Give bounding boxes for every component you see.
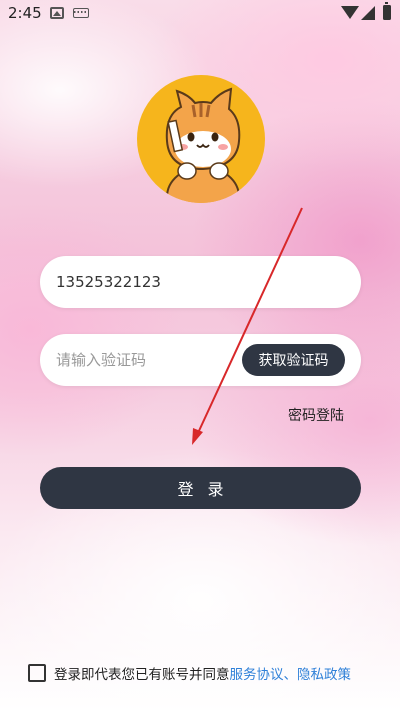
status-bar: 2:45 xyxy=(0,0,400,28)
agreement-separator: 、 xyxy=(283,667,298,683)
verification-code-input[interactable] xyxy=(56,334,236,386)
login-button[interactable]: 登录 xyxy=(40,467,361,509)
phone-field[interactable] xyxy=(40,256,361,308)
cat-mascot-icon xyxy=(165,87,241,203)
battery-icon xyxy=(383,2,391,20)
agreement-row: 登录即代表您已有账号并同意 服务协议 、 隐私政策 xyxy=(28,662,351,684)
signal-icon xyxy=(361,6,375,20)
agreement-checkbox[interactable] xyxy=(28,664,46,682)
image-icon xyxy=(50,7,64,19)
terms-link[interactable]: 服务协议 xyxy=(230,663,284,683)
password-login-link[interactable]: 密码登陆 xyxy=(288,405,344,425)
app-logo xyxy=(137,75,265,203)
wifi-icon xyxy=(341,6,359,19)
arrow-head-icon xyxy=(192,428,203,445)
status-time: 2:45 xyxy=(8,4,42,22)
agreement-text: 登录即代表您已有账号并同意 xyxy=(54,667,230,683)
login-button-label: 登录 xyxy=(177,480,238,499)
phone-input[interactable] xyxy=(56,256,236,308)
verification-code-field[interactable]: 获取验证码 xyxy=(40,334,361,386)
get-code-button[interactable]: 获取验证码 xyxy=(242,344,345,376)
keyboard-icon xyxy=(73,8,89,18)
privacy-link[interactable]: 隐私政策 xyxy=(297,663,351,683)
